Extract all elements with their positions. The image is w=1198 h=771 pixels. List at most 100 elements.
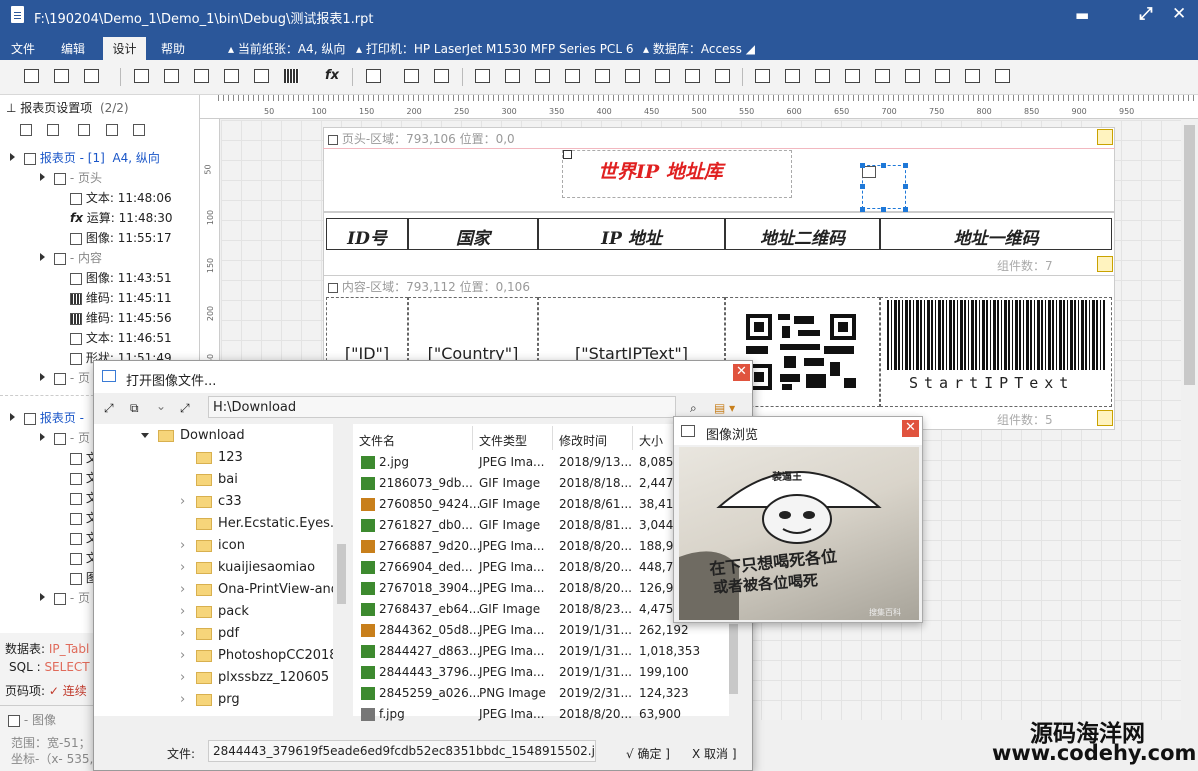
link-icon[interactable]	[105, 123, 118, 136]
folder-item[interactable]: Her.Ecstatic.Eyes.20	[196, 516, 351, 538]
folder-item[interactable]: bai	[196, 472, 238, 494]
vertical-scrollbar[interactable]	[1181, 120, 1198, 720]
database-info[interactable]: ▴ 数据库：Access ◢	[643, 40, 755, 57]
maximize-icon[interactable]: ⤢	[1139, 4, 1153, 24]
file-row[interactable]: 2844443_3796... JPEG Ima... 2019/1/31... 19…	[353, 662, 738, 683]
border-bottom-icon[interactable]	[875, 69, 890, 83]
border-top-icon[interactable]	[845, 69, 860, 83]
nav-forward-icon[interactable]: ⧉	[130, 401, 139, 416]
nav-back-icon[interactable]: ⤢	[104, 401, 114, 416]
tree-item[interactable]: 图像: 11:43:51	[70, 269, 172, 289]
move-tool-icon[interactable]	[404, 69, 419, 83]
expand-icon[interactable]	[10, 413, 15, 421]
expand-band-icon[interactable]	[1097, 410, 1113, 426]
minimize-icon[interactable]: ▬	[1075, 6, 1089, 24]
file-row[interactable]: f.jpg JPEG Ima... 2018/8/20... 63,900	[353, 704, 738, 725]
expand-icon[interactable]: ›	[180, 648, 185, 670]
tree-content-node[interactable]: - 内容	[54, 249, 102, 269]
folder-item[interactable]: Ona-PrintView-and-	[196, 582, 344, 604]
expand-icon[interactable]: ›	[180, 626, 185, 648]
same-size-icon[interactable]	[715, 69, 730, 83]
expand-icon[interactable]: ›	[180, 692, 185, 714]
shape-tool-icon[interactable]	[254, 69, 269, 83]
expand-icon[interactable]: ›	[180, 560, 185, 582]
border-left-icon[interactable]	[785, 69, 800, 83]
col-name[interactable]: 文件名	[359, 432, 395, 449]
menu-help[interactable]: 帮助	[161, 40, 185, 57]
file-row[interactable]: 2844427_d863... JPEG Ima... 2019/1/31... 1,…	[353, 641, 738, 662]
band-menu-icon[interactable]	[1097, 129, 1113, 145]
close-icon[interactable]: ✕	[1172, 4, 1186, 24]
tree-page-1[interactable]: 报表页 - [1] A4, 纵向	[24, 149, 160, 169]
ok-button[interactable]: √ 确定 ]	[626, 745, 670, 762]
sql-value[interactable]: SELECT	[44, 660, 89, 674]
folder-item[interactable]: prg	[196, 692, 240, 714]
formula-icon[interactable]: fx	[325, 68, 339, 83]
tree-header-node[interactable]: - 页头	[54, 169, 102, 189]
tree-header-node[interactable]: - 页	[54, 429, 90, 449]
tree-item[interactable]: 图像: 11:55:17	[70, 229, 172, 249]
border-style-icon[interactable]	[995, 69, 1010, 83]
tree-item[interactable]: 维码: 11:45:56	[70, 309, 172, 329]
expand-icon[interactable]: ›	[180, 670, 185, 692]
qrcode-tool-icon[interactable]	[224, 69, 239, 83]
close-icon[interactable]: ✕	[902, 420, 919, 437]
page-setup-icon[interactable]	[24, 69, 39, 83]
col-size[interactable]: 大小	[639, 432, 663, 449]
expand-band-icon[interactable]	[1097, 256, 1113, 272]
col-date[interactable]: 修改时间	[559, 432, 607, 449]
folder-item[interactable]: plxssbzz_120605	[196, 670, 329, 692]
printer-info[interactable]: ▴ 打印机：HP LaserJet M1530 MFP Series PCL 6	[356, 40, 633, 57]
folder-item[interactable]: c33	[196, 494, 242, 516]
close-icon[interactable]: ✕	[733, 364, 750, 381]
collapse-icon[interactable]	[141, 433, 149, 438]
expand-icon[interactable]	[40, 373, 45, 381]
new-doc-icon[interactable]	[47, 123, 60, 136]
page-continuous-checkbox[interactable]: ✓ 连续	[49, 684, 87, 698]
select-tool-icon[interactable]	[366, 69, 381, 83]
paper-info[interactable]: ▴ 当前纸张：A4, 纵向	[228, 40, 345, 57]
menu-edit[interactable]: 编辑	[61, 40, 85, 57]
image-tool-icon[interactable]	[164, 69, 179, 83]
chevron-down-icon[interactable]: ⌄	[156, 399, 166, 413]
expand-icon[interactable]: ›	[180, 538, 185, 560]
border-all-icon[interactable]	[755, 69, 770, 83]
path-input[interactable]: H:\Download	[208, 396, 676, 418]
resize-tool-icon[interactable]	[434, 69, 449, 83]
file-row[interactable]: 2845259_a026... PNG Image 2019/2/31... 124,…	[353, 683, 738, 704]
tree-page-2[interactable]: 报表页 -	[24, 409, 84, 429]
col-header[interactable]: 国家	[408, 218, 538, 250]
expand-icon[interactable]	[40, 253, 45, 261]
expand-icon[interactable]	[10, 153, 15, 161]
up-folder-icon[interactable]: ⤢	[180, 401, 190, 416]
scroll-thumb[interactable]	[1184, 125, 1195, 385]
file-row[interactable]: 2844362_05d8... JPEG Ima... 2019/1/31... 26…	[353, 620, 738, 641]
menu-file[interactable]: 文件	[11, 40, 35, 57]
expand-icon[interactable]: ›	[180, 494, 185, 516]
border-right-icon[interactable]	[815, 69, 830, 83]
expand-icon[interactable]	[40, 593, 45, 601]
cancel-button[interactable]: X 取消 ]	[692, 745, 737, 762]
add-page-icon[interactable]	[20, 123, 32, 136]
barcode-cell[interactable]: StartIPText	[880, 297, 1112, 407]
col-header[interactable]: IP 地址	[538, 218, 725, 250]
table-icon[interactable]	[54, 69, 69, 83]
expand-icon[interactable]: ›	[180, 604, 185, 626]
align-bottom-icon[interactable]	[625, 69, 640, 83]
align-middle-icon[interactable]	[595, 69, 610, 83]
tree-item[interactable]: 文本: 11:46:51	[70, 329, 172, 349]
expand-icon[interactable]	[40, 173, 45, 181]
view-menu-icon[interactable]: ▤ ▾	[714, 401, 735, 415]
col-header[interactable]: 地址二维码	[725, 218, 880, 250]
col-header[interactable]: 地址一维码	[880, 218, 1112, 250]
list-icon[interactable]	[132, 123, 145, 136]
barcode-tool-icon[interactable]	[284, 69, 299, 83]
picture-tool-icon[interactable]	[194, 69, 209, 83]
tree-item[interactable]: 维码: 11:45:11	[70, 289, 172, 309]
same-width-icon[interactable]	[655, 69, 670, 83]
border-inner-icon[interactable]	[905, 69, 920, 83]
folder-item[interactable]: kuaijiesaomiao	[196, 560, 315, 582]
search-icon[interactable]: ⌕	[690, 401, 697, 416]
tree-footer-node[interactable]: - 页	[54, 369, 90, 389]
menu-design[interactable]: 设计	[103, 37, 146, 60]
